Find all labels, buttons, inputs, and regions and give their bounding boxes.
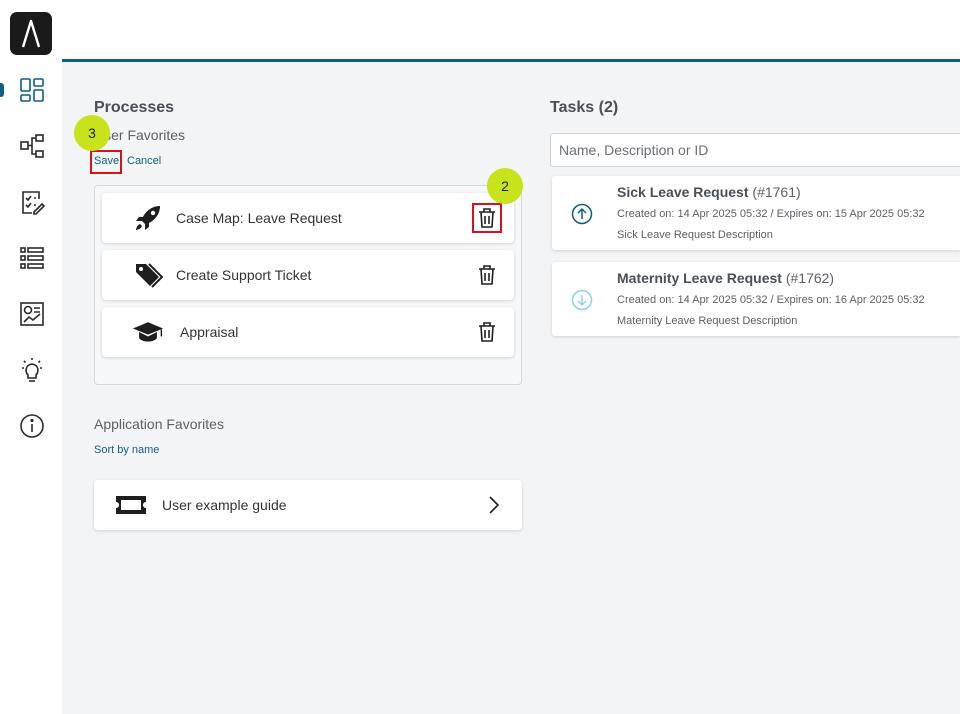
arrow-down-circle-icon	[571, 289, 593, 311]
favorite-item[interactable]: Create Support Ticket	[102, 250, 514, 300]
task-search-input[interactable]	[550, 133, 960, 167]
tasks-title: Tasks (2)	[550, 99, 619, 116]
trash-icon	[479, 265, 495, 285]
task-description: Maternity Leave Request Description	[617, 315, 798, 327]
cancel-button[interactable]: Cancel	[127, 155, 161, 167]
favorite-label: Create Support Ticket	[176, 267, 312, 283]
rocket-icon	[132, 202, 164, 234]
task-dates: Created on: 14 Apr 2025 05:32 / Expires …	[617, 208, 925, 220]
application-favorite-label: User example guide	[162, 497, 287, 513]
sidebar	[0, 0, 62, 714]
favorite-label: Appraisal	[180, 324, 239, 340]
dashboard-icon[interactable]	[18, 76, 46, 104]
delete-favorite-button[interactable]	[474, 319, 500, 345]
favorite-item[interactable]: Case Map: Leave Request	[102, 193, 514, 243]
lightbulb-icon[interactable]	[18, 356, 46, 384]
task-title: Maternity Leave Request (#1762)	[617, 270, 834, 286]
active-nav-marker	[0, 83, 4, 97]
ticket-icon	[114, 494, 148, 521]
delete-favorite-button[interactable]	[474, 262, 500, 288]
app-logo[interactable]	[10, 12, 52, 55]
tags-icon	[132, 259, 164, 291]
report-chart-icon[interactable]	[18, 300, 46, 328]
process-map-icon[interactable]	[18, 132, 46, 160]
arrow-up-circle-icon	[571, 203, 593, 225]
task-dates: Created on: 14 Apr 2025 05:32 / Expires …	[617, 294, 925, 306]
application-favorite-item[interactable]: User example guide	[94, 480, 522, 530]
task-checklist-icon[interactable]	[18, 188, 46, 216]
step-badge-3: 3	[74, 115, 110, 151]
task-description: Sick Leave Request Description	[617, 229, 773, 241]
favorite-label: Case Map: Leave Request	[176, 210, 342, 226]
task-item[interactable]: Sick Leave Request (#1761) Created on: 1…	[552, 176, 960, 250]
info-icon[interactable]	[18, 412, 46, 440]
top-bar	[62, 0, 960, 62]
chevron-right-icon[interactable]	[488, 495, 500, 520]
task-id: (#1761)	[752, 184, 801, 200]
list-icon[interactable]	[18, 244, 46, 272]
task-name: Maternity Leave Request	[617, 270, 782, 286]
task-id: (#1762)	[785, 270, 835, 286]
graduation-cap-icon	[132, 316, 164, 348]
task-item[interactable]: Maternity Leave Request (#1762) Created …	[552, 262, 960, 336]
task-title: Sick Leave Request (#1761)	[617, 184, 801, 200]
sort-by-name-link[interactable]: Sort by name	[94, 444, 159, 456]
task-name: Sick Leave Request	[617, 184, 749, 200]
favorite-item[interactable]: Appraisal	[102, 307, 514, 357]
trash-icon	[479, 322, 495, 342]
logo-icon	[21, 19, 41, 47]
application-favorites-label: Application Favorites	[94, 416, 224, 432]
step-badge-2: 2	[487, 168, 523, 204]
delete-favorite-button[interactable]	[472, 203, 502, 233]
save-button[interactable]: Save	[90, 150, 122, 174]
processes-title: Processes	[94, 99, 175, 116]
trash-icon	[479, 208, 495, 228]
